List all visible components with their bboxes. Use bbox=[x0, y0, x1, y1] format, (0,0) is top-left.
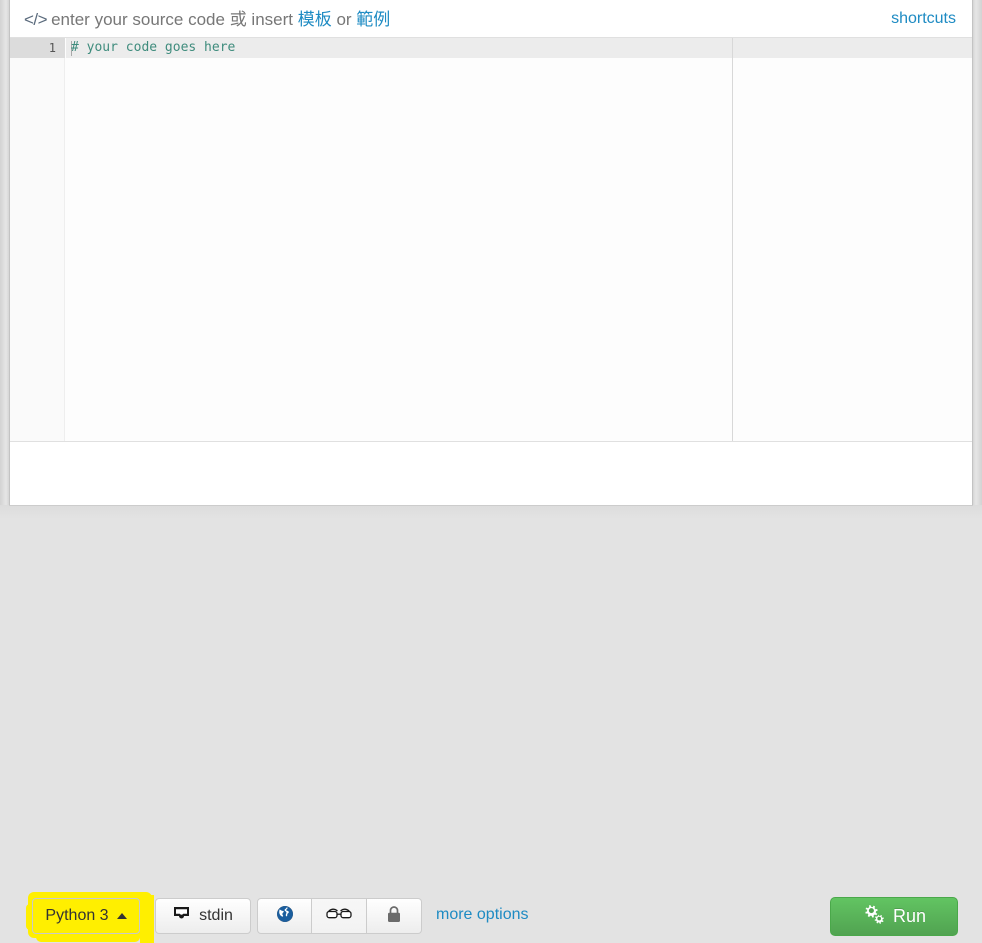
code-text-area[interactable]: # your code goes here bbox=[66, 38, 972, 441]
toolbar-icon-group bbox=[257, 898, 422, 934]
highlight-annotation-stroke-right bbox=[140, 897, 154, 943]
editor-header-title: </> enter your source code 或 insert 模板 or… bbox=[24, 9, 390, 30]
globe-button[interactable] bbox=[257, 898, 312, 934]
stdin-label: stdin bbox=[199, 907, 233, 924]
lock-icon bbox=[387, 905, 401, 928]
gutter-active-row bbox=[10, 38, 65, 58]
page-left-shadow bbox=[0, 0, 10, 505]
bottom-toolbar: Python 3 stdin more options Run bbox=[10, 441, 972, 943]
globe-icon bbox=[276, 905, 294, 928]
ide-panel: </> enter your source code 或 insert 模板 or… bbox=[10, 0, 972, 943]
inbox-icon bbox=[173, 906, 190, 926]
code-line-1: # your code goes here bbox=[71, 40, 236, 55]
stdin-button[interactable]: stdin bbox=[155, 898, 251, 934]
template-link[interactable]: 模板 bbox=[298, 10, 332, 29]
code-editor[interactable]: 1 # your code goes here bbox=[10, 38, 972, 441]
glasses-icon bbox=[326, 907, 352, 926]
shortcuts-link[interactable]: shortcuts bbox=[891, 10, 956, 28]
line-number: 1 bbox=[48, 41, 56, 55]
language-selector-button[interactable]: Python 3 bbox=[32, 898, 140, 934]
chevron-up-icon bbox=[116, 913, 127, 919]
editor-header: </> enter your source code 或 insert 模板 or… bbox=[10, 0, 972, 38]
more-options-link[interactable]: more options bbox=[436, 906, 529, 924]
lock-button[interactable] bbox=[367, 898, 422, 934]
glasses-button[interactable] bbox=[312, 898, 367, 934]
example-link[interactable]: 範例 bbox=[356, 10, 390, 29]
code-brackets-icon: </> bbox=[24, 10, 48, 29]
page-right-shadow bbox=[972, 0, 982, 505]
run-button[interactable]: Run bbox=[830, 897, 958, 936]
cogs-icon bbox=[862, 904, 884, 929]
page-bottom-shadow bbox=[0, 505, 982, 519]
language-selector-label: Python 3 bbox=[45, 907, 109, 924]
line-number-gutter: 1 bbox=[10, 38, 65, 441]
run-button-label: Run bbox=[892, 906, 927, 926]
header-text-middle: or bbox=[331, 10, 357, 29]
header-text-prefix: enter your source code 或 insert bbox=[51, 10, 298, 29]
